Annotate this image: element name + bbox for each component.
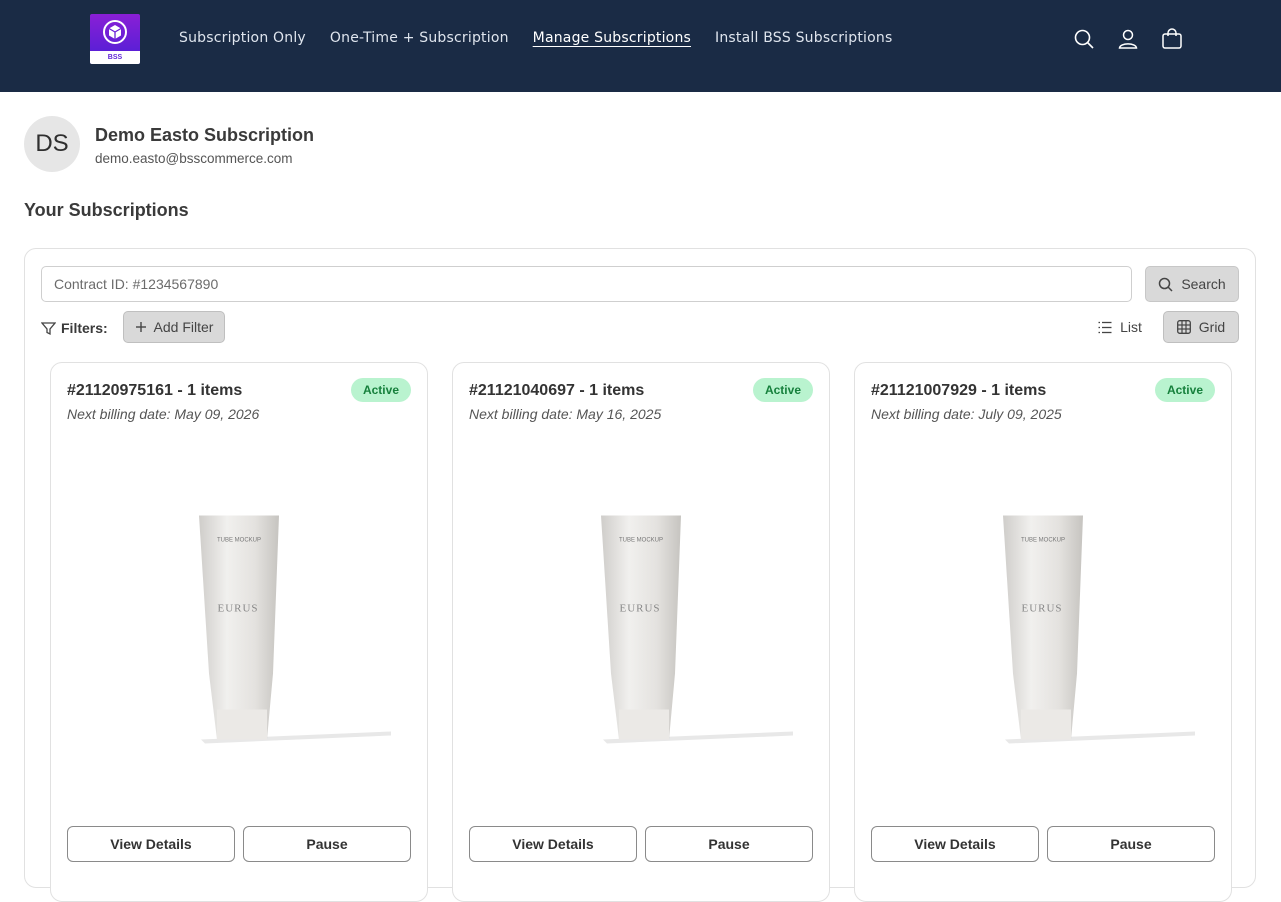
view-details-button[interactable]: View Details xyxy=(67,826,235,862)
subscription-card: #21120975161 - 1 items Active Next billi… xyxy=(50,362,428,902)
add-filter-button[interactable]: Add Filter xyxy=(123,311,225,343)
list-view-label: List xyxy=(1120,319,1142,335)
product-image: TUBE MOCKUP EURUS xyxy=(199,515,391,744)
add-filter-label: Add Filter xyxy=(153,319,214,335)
search-button-label: Search xyxy=(1181,276,1226,292)
product-image: TUBE MOCKUP EURUS xyxy=(1003,515,1195,744)
subscriptions-panel: Search Filters: Add Filter List Grid #21… xyxy=(24,248,1256,902)
grid-icon xyxy=(1176,320,1191,334)
filters-label: Filters: xyxy=(41,317,108,339)
search-icon[interactable] xyxy=(1073,28,1095,50)
pause-button[interactable]: Pause xyxy=(1047,826,1215,862)
nav-manage-subscriptions[interactable]: Manage Subscriptions xyxy=(533,28,691,48)
main-nav: Subscription Only One-Time + Subscriptio… xyxy=(179,28,892,48)
contract-title: #21120975161 - 1 items xyxy=(67,382,243,399)
nav-install-bss[interactable]: Install BSS Subscriptions xyxy=(715,28,892,48)
subscription-card: #21121007929 - 1 items Active Next billi… xyxy=(854,362,1232,902)
product-brand: EURUS xyxy=(217,603,258,615)
status-badge: Active xyxy=(350,378,411,402)
contract-title: #21121007929 - 1 items xyxy=(871,382,1047,399)
subscription-card: #21121040697 - 1 items Active Next billi… xyxy=(452,362,830,902)
avatar: DS xyxy=(24,116,80,172)
nav-subscription-only[interactable]: Subscription Only xyxy=(179,28,306,48)
search-icon xyxy=(1159,277,1173,292)
page-title: Your Subscriptions xyxy=(24,200,189,220)
view-details-button[interactable]: View Details xyxy=(469,826,637,862)
nav-one-time-subscription[interactable]: One-Time + Subscription xyxy=(330,28,509,48)
logo-box-icon xyxy=(103,20,127,44)
pause-button[interactable]: Pause xyxy=(645,826,813,862)
filter-icon xyxy=(41,321,56,335)
logo-text: BSS xyxy=(90,51,140,64)
grid-view-label: Grid xyxy=(1198,319,1226,335)
search-button[interactable]: Search xyxy=(1145,266,1239,302)
next-billing-date: Next billing date: July 09, 2025 xyxy=(871,406,1062,422)
view-details-button[interactable]: View Details xyxy=(871,826,1039,862)
product-label: TUBE MOCKUP xyxy=(1021,538,1065,544)
product-label: TUBE MOCKUP xyxy=(217,538,261,544)
status-badge: Active xyxy=(1154,378,1215,402)
list-icon xyxy=(1098,321,1112,333)
account-icon[interactable] xyxy=(1117,28,1139,50)
next-billing-date: Next billing date: May 16, 2025 xyxy=(469,406,662,422)
filters-text: Filters: xyxy=(61,320,108,336)
bss-logo[interactable]: BSS xyxy=(90,14,140,64)
product-image: TUBE MOCKUP EURUS xyxy=(601,515,793,744)
contract-title: #21121040697 - 1 items xyxy=(469,382,645,399)
product-brand: EURUS xyxy=(619,603,660,615)
list-view-button[interactable]: List xyxy=(1089,311,1151,343)
customer-name: Demo Easto Subscription xyxy=(95,125,315,145)
contract-search-input[interactable] xyxy=(41,266,1132,302)
product-label: TUBE MOCKUP xyxy=(619,538,663,544)
status-badge: Active xyxy=(752,378,813,402)
plus-icon xyxy=(135,322,146,332)
grid-view-button[interactable]: Grid xyxy=(1163,311,1239,343)
product-brand: EURUS xyxy=(1021,603,1062,615)
customer-email: demo.easto@bsscommerce.com xyxy=(95,151,293,166)
next-billing-date: Next billing date: May 09, 2026 xyxy=(67,406,260,422)
site-header: BSS Subscription Only One-Time + Subscri… xyxy=(0,0,1281,92)
pause-button[interactable]: Pause xyxy=(243,826,411,862)
cart-icon[interactable] xyxy=(1161,28,1183,50)
